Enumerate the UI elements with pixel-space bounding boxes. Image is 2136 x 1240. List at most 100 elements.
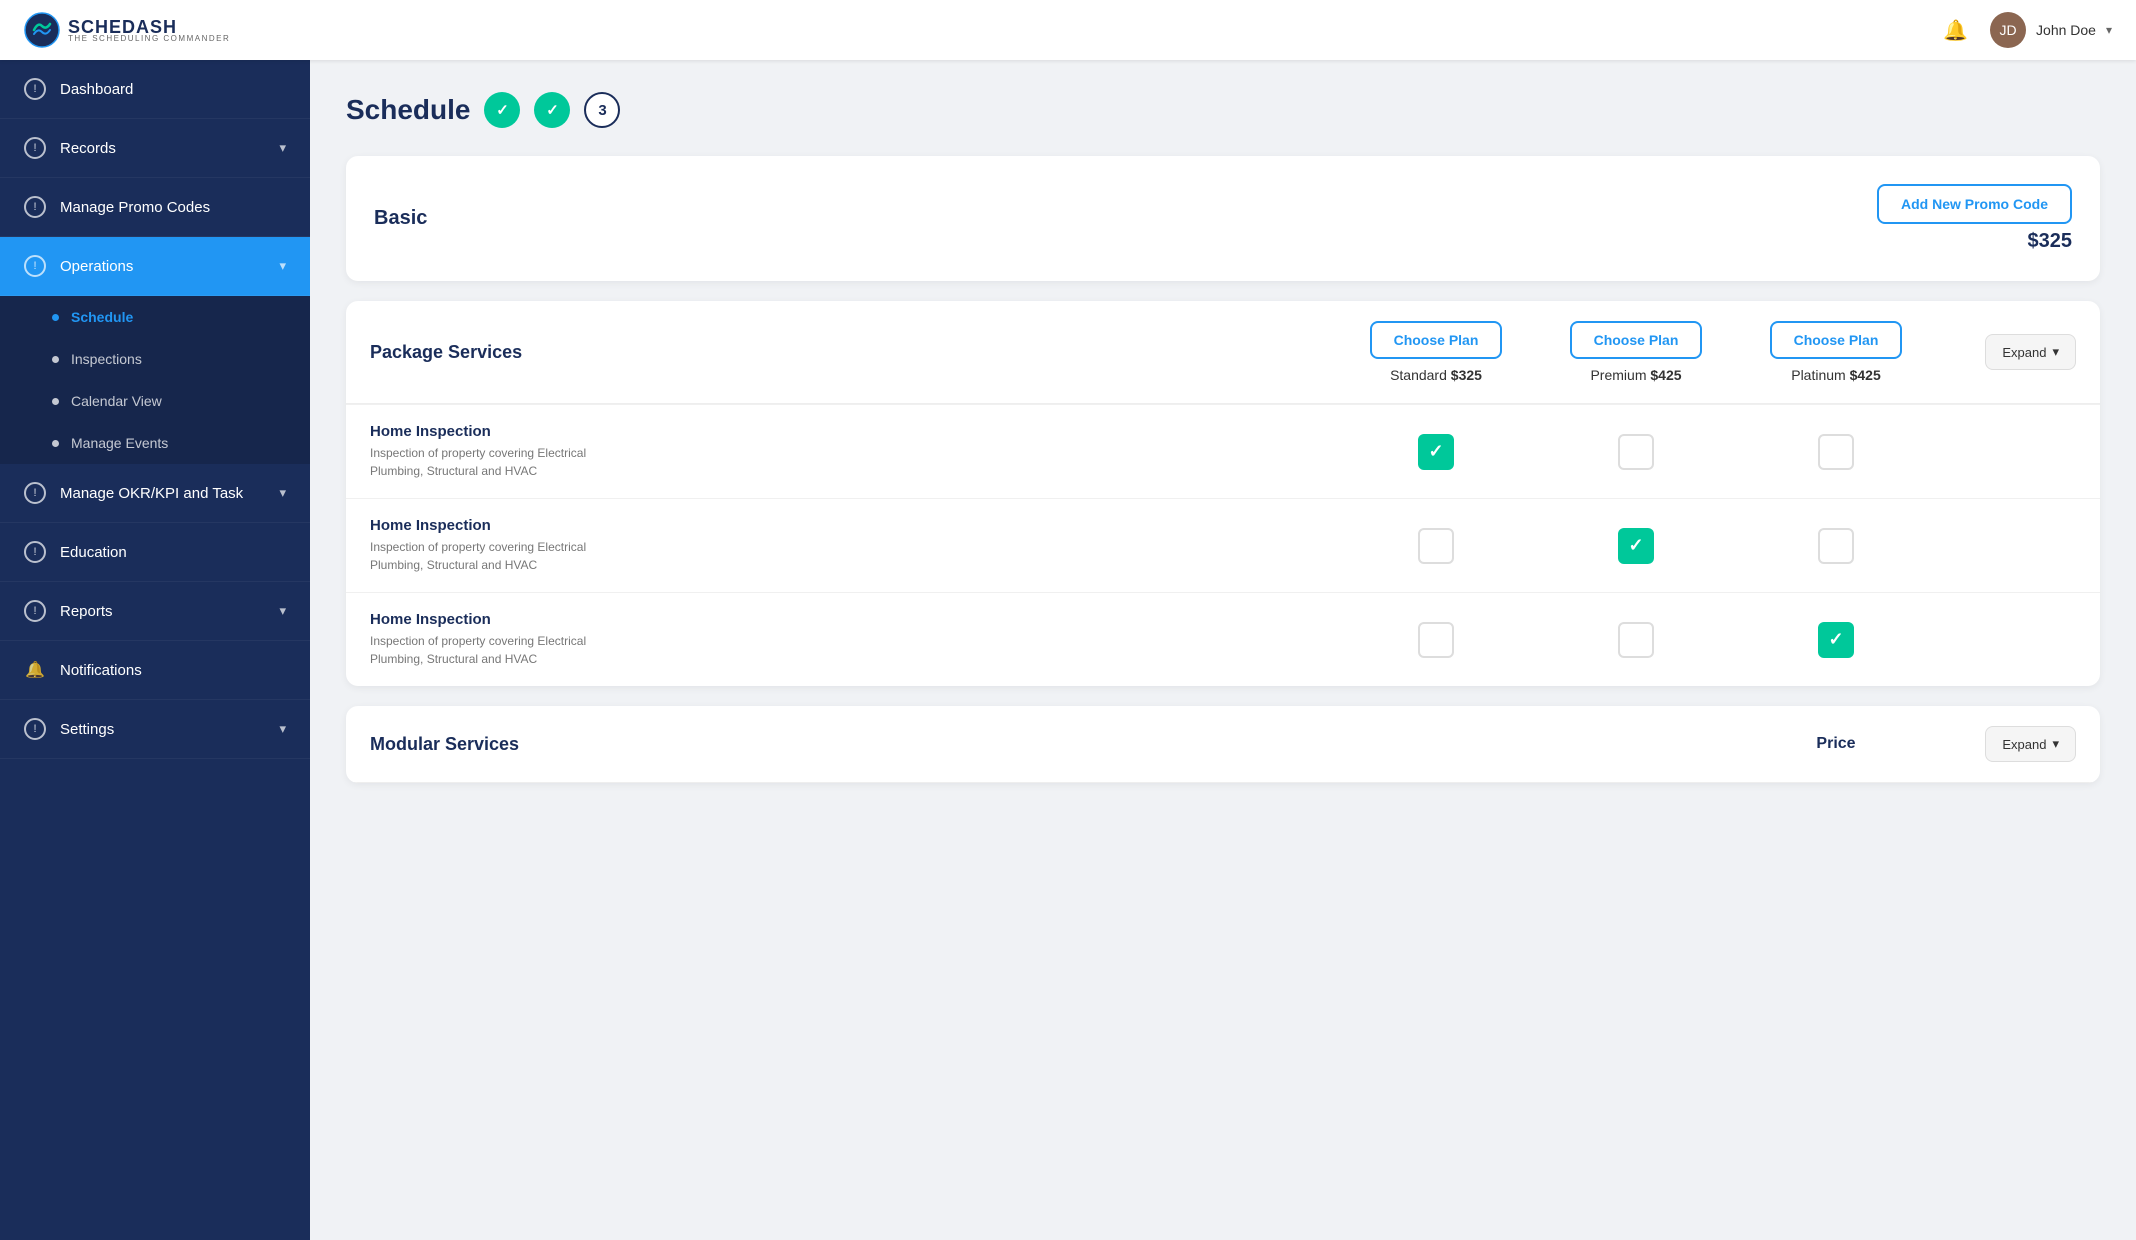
notifications-icon: 🔔 xyxy=(24,659,46,681)
step-3-indicator: 3 xyxy=(584,92,620,128)
package-services-title: Package Services xyxy=(370,342,1336,363)
expand-label: Expand xyxy=(2002,345,2046,360)
modular-expand-label: Expand xyxy=(2002,737,2046,752)
sidebar-label-notifications: Notifications xyxy=(60,662,142,679)
sidebar-label-okr: Manage OKR/KPI and Task xyxy=(60,485,243,502)
service-2-platinum-check xyxy=(1736,528,1936,564)
standard-plan-price: Standard $325 xyxy=(1390,367,1482,383)
standard-plan-col: Choose Plan Standard $325 xyxy=(1336,321,1536,383)
operations-submenu: Schedule Inspections Calendar View Manag… xyxy=(0,296,310,464)
content-area: Schedule ✓ ✓ 3 Basic Add New Promo Code … xyxy=(310,60,2136,1240)
unchecked-box xyxy=(1618,622,1654,658)
package-services-header: Package Services Choose Plan Standard $3… xyxy=(346,301,2100,404)
checked-icon: ✓ xyxy=(1418,434,1454,470)
main-layout: ! Dashboard ! Records ▾ ! Manage Promo C… xyxy=(0,60,2136,1240)
sidebar-item-reports[interactable]: ! Reports ▾ xyxy=(0,582,310,641)
operations-icon: ! xyxy=(24,255,46,277)
step-2-indicator: ✓ xyxy=(534,92,570,128)
promo-section: Basic Add New Promo Code $325 xyxy=(374,184,2072,253)
step-1-indicator: ✓ xyxy=(484,92,520,128)
sidebar-label-records: Records xyxy=(60,140,116,157)
unchecked-box xyxy=(1818,528,1854,564)
modular-expand-chevron-icon: ▾ xyxy=(2052,736,2059,752)
sidebar-item-settings[interactable]: ! Settings ▾ xyxy=(0,700,310,759)
sidebar-item-promo[interactable]: ! Manage Promo Codes xyxy=(0,178,310,237)
basic-label: Basic xyxy=(374,207,427,230)
sidebar-item-operations[interactable]: ! Operations ▾ xyxy=(0,237,310,296)
service-3-premium-check xyxy=(1536,622,1736,658)
page-title: Schedule xyxy=(346,94,470,126)
service-1-standard-check: ✓ xyxy=(1336,434,1536,470)
modular-services-card: Modular Services Price Expand ▾ xyxy=(346,706,2100,783)
service-row: Home Inspection Inspection of property c… xyxy=(346,404,2100,498)
sidebar-label-reports: Reports xyxy=(60,603,113,620)
premium-plan-col: Choose Plan Premium $425 xyxy=(1536,321,1736,383)
service-name-1: Home Inspection xyxy=(370,423,1336,440)
submenu-label-calendar: Calendar View xyxy=(71,393,162,409)
package-services-expand-button[interactable]: Expand ▾ xyxy=(1985,334,2076,370)
platinum-plan-price: Platinum $425 xyxy=(1791,367,1881,383)
service-3-platinum-check: ✓ xyxy=(1736,622,1936,658)
sidebar-label-operations: Operations xyxy=(60,258,133,275)
user-menu[interactable]: JD John Doe ▾ xyxy=(1990,12,2112,48)
dashboard-icon: ! xyxy=(24,78,46,100)
choose-plan-premium-button[interactable]: Choose Plan xyxy=(1570,321,1703,359)
modular-services-header: Modular Services Price Expand ▾ xyxy=(346,706,2100,783)
service-desc-2: Inspection of property covering Electric… xyxy=(370,538,1336,574)
unchecked-box xyxy=(1818,434,1854,470)
service-2-standard-check xyxy=(1336,528,1536,564)
sidebar: ! Dashboard ! Records ▾ ! Manage Promo C… xyxy=(0,60,310,1240)
sidebar-item-dashboard[interactable]: ! Dashboard xyxy=(0,60,310,119)
user-name-label: John Doe xyxy=(2036,22,2096,38)
header-right: 🔔 JD John Doe ▾ xyxy=(1937,12,2112,49)
inspections-dot-icon xyxy=(52,356,59,363)
submenu-item-calendar[interactable]: Calendar View xyxy=(0,380,310,422)
top-header: SCHEDASH THE SCHEDULING COMMANDER 🔔 JD J… xyxy=(0,0,2136,60)
modular-price-label: Price xyxy=(1736,735,1936,753)
schedule-dot-icon xyxy=(52,314,59,321)
logo-area: SCHEDASH THE SCHEDULING COMMANDER xyxy=(24,12,230,48)
service-name-2: Home Inspection xyxy=(370,517,1336,534)
unchecked-box xyxy=(1618,434,1654,470)
sidebar-item-notifications[interactable]: 🔔 Notifications xyxy=(0,641,310,700)
sidebar-item-records[interactable]: ! Records ▾ xyxy=(0,119,310,178)
modular-services-expand-button[interactable]: Expand ▾ xyxy=(1985,726,2076,762)
choose-plan-platinum-button[interactable]: Choose Plan xyxy=(1770,321,1903,359)
logo-tagline: THE SCHEDULING COMMANDER xyxy=(68,34,230,43)
records-icon: ! xyxy=(24,137,46,159)
add-promo-code-button[interactable]: Add New Promo Code xyxy=(1877,184,2072,224)
checked-icon: ✓ xyxy=(1818,622,1854,658)
service-desc-3: Inspection of property covering Electric… xyxy=(370,632,1336,668)
sidebar-label-dashboard: Dashboard xyxy=(60,81,133,98)
page-header: Schedule ✓ ✓ 3 xyxy=(346,92,2100,128)
choose-plan-standard-button[interactable]: Choose Plan xyxy=(1370,321,1503,359)
service-3-standard-check xyxy=(1336,622,1536,658)
promo-price: $325 xyxy=(2028,230,2073,253)
logo-icon xyxy=(24,12,60,48)
service-1-premium-check xyxy=(1536,434,1736,470)
submenu-label-schedule: Schedule xyxy=(71,309,133,325)
submenu-item-inspections[interactable]: Inspections xyxy=(0,338,310,380)
premium-plan-price: Premium $425 xyxy=(1590,367,1681,383)
package-services-card: Package Services Choose Plan Standard $3… xyxy=(346,301,2100,686)
unchecked-box xyxy=(1418,528,1454,564)
records-chevron-icon: ▾ xyxy=(279,140,286,156)
calendar-dot-icon xyxy=(52,398,59,405)
modular-services-title: Modular Services xyxy=(370,734,1736,755)
submenu-item-events[interactable]: Manage Events xyxy=(0,422,310,464)
unchecked-box xyxy=(1418,622,1454,658)
sidebar-label-settings: Settings xyxy=(60,721,114,738)
notification-bell-button[interactable]: 🔔 xyxy=(1937,12,1974,49)
service-row: Home Inspection Inspection of property c… xyxy=(346,592,2100,686)
sidebar-item-education[interactable]: ! Education xyxy=(0,523,310,582)
service-name-3: Home Inspection xyxy=(370,611,1336,628)
sidebar-label-promo: Manage Promo Codes xyxy=(60,199,210,216)
education-icon: ! xyxy=(24,541,46,563)
operations-chevron-icon: ▾ xyxy=(279,258,286,274)
sidebar-item-okr[interactable]: ! Manage OKR/KPI and Task ▾ xyxy=(0,464,310,523)
reports-chevron-icon: ▾ xyxy=(279,603,286,619)
user-menu-chevron-icon: ▾ xyxy=(2106,23,2112,37)
service-1-platinum-check xyxy=(1736,434,1936,470)
submenu-item-schedule[interactable]: Schedule xyxy=(0,296,310,338)
service-desc-1: Inspection of property covering Electric… xyxy=(370,444,1336,480)
